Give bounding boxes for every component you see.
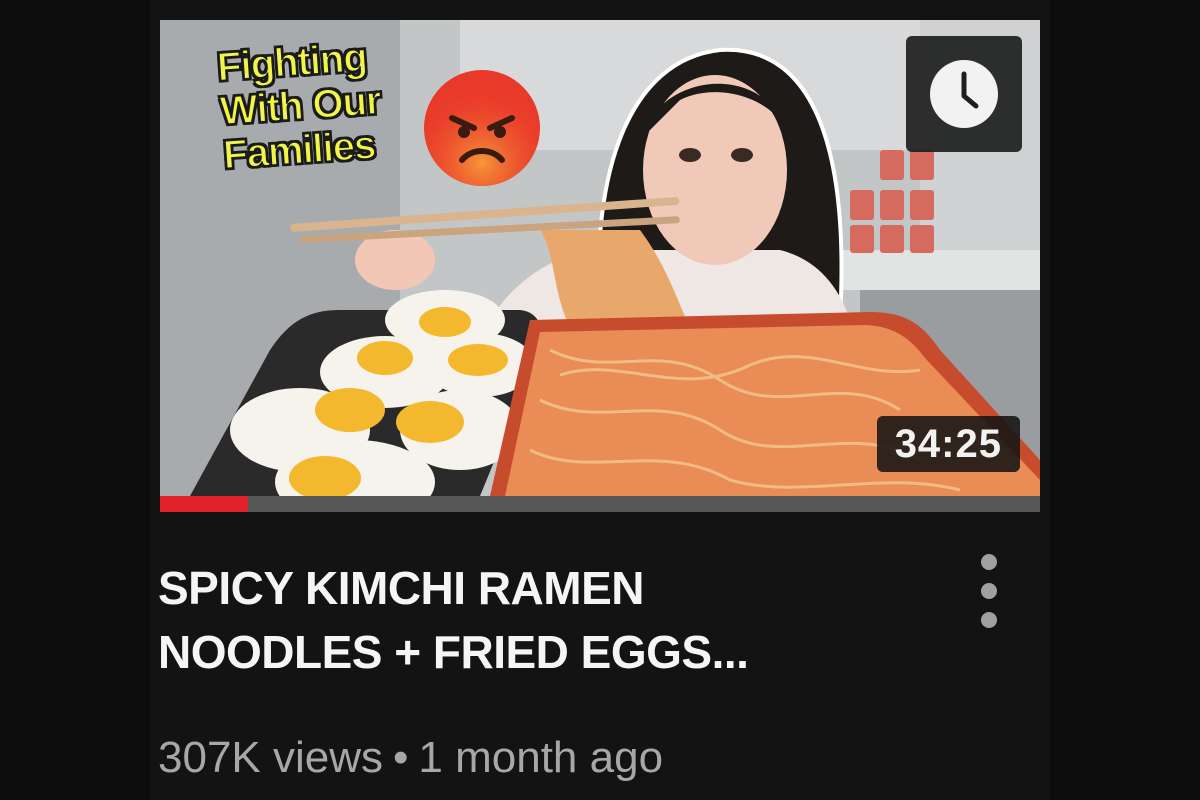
view-count: 307K views (158, 733, 384, 782)
more-actions-button[interactable] (972, 554, 1006, 628)
watch-progress-bar (160, 496, 1040, 512)
watch-later-button[interactable] (906, 36, 1022, 152)
video-duration: 34:25 (876, 416, 1020, 472)
more-vertical-icon (981, 554, 997, 570)
thumbnail-caption: Fighting With Our Families (215, 35, 383, 179)
video-thumbnail[interactable]: Fighting With Our Families 34:25 (160, 20, 1040, 496)
video-metadata: 307K views • 1 month ago (158, 728, 663, 788)
upload-age: 1 month ago (418, 733, 664, 782)
clock-icon (930, 60, 998, 128)
watch-progress-fill (160, 496, 248, 512)
meta-separator: • (393, 733, 409, 782)
video-card[interactable]: Fighting With Our Families 34:25 SPICY K… (150, 0, 1050, 800)
video-title[interactable]: SPICY KIMCHI RAMEN NOODLES + FRIED EGGS.… (158, 556, 878, 684)
